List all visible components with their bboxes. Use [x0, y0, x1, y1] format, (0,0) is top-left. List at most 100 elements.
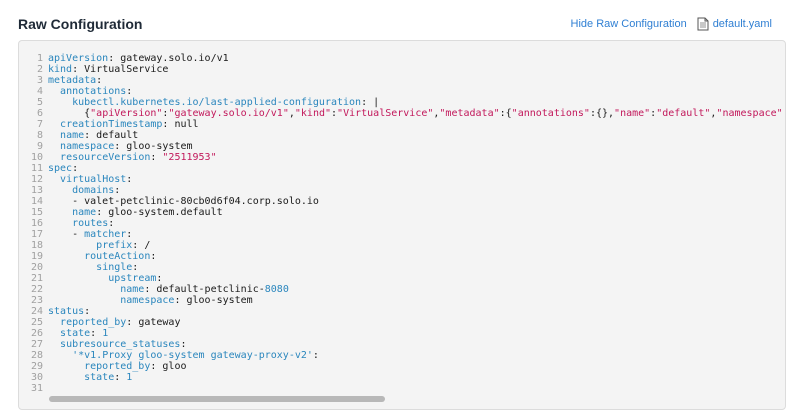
line-text: routes:: [48, 218, 114, 229]
yaml-key: 8080: [264, 284, 289, 295]
code-line: 23 namespace: gloo-system: [19, 295, 785, 306]
line-number: 16: [30, 218, 43, 229]
yaml-text: [48, 295, 120, 306]
yaml-text: [48, 174, 60, 185]
line-number: 22: [30, 284, 43, 295]
yaml-key: routes: [72, 218, 109, 229]
yaml-text: :: [90, 328, 103, 339]
line-number: 3: [36, 75, 43, 86]
yaml-text: [48, 240, 96, 251]
yaml-text: [48, 97, 72, 108]
yaml-text: : gateway.solo.io/v1: [108, 53, 229, 64]
yaml-text: :{},: [589, 108, 615, 119]
yaml-text: :: [72, 163, 79, 174]
yaml-key: name: [60, 130, 85, 141]
line-text: name: default-petclinic-8080: [48, 284, 289, 295]
yaml-text: :: [108, 218, 115, 229]
line-text: name: gloo-system.default: [48, 207, 223, 218]
yaml-text: [48, 350, 72, 361]
yaml-key: 1: [102, 328, 109, 339]
line-number: 24: [30, 306, 43, 317]
yaml-text: : gloo: [150, 361, 187, 372]
hide-raw-config-link[interactable]: Hide Raw Configuration: [571, 18, 687, 30]
yaml-text: : gateway: [126, 317, 181, 328]
line-number: 7: [36, 119, 43, 130]
line-number: 28: [30, 350, 43, 361]
yaml-string: "VirtualService": [337, 108, 434, 119]
yaml-text: :: [150, 251, 157, 262]
line-text: namespace: gloo-system: [48, 295, 252, 306]
yaml-text: [48, 317, 60, 328]
yaml-text: [48, 185, 72, 196]
scrollbar-thumb[interactable]: [49, 396, 385, 402]
yaml-key: upstream: [108, 273, 157, 284]
yaml-text: [48, 251, 84, 262]
code-line: 3 metadata:: [19, 75, 785, 86]
yaml-text: [48, 372, 84, 383]
line-text: resourceVersion: "2511953": [48, 152, 217, 163]
yaml-text: [48, 86, 60, 97]
yaml-text: :: [312, 350, 319, 361]
code-line: 29 reported_by: gloo: [19, 361, 785, 372]
yaml-key: annotations: [60, 86, 127, 97]
yaml-key: prefix: [96, 240, 133, 251]
line-text: routeAction:: [48, 251, 156, 262]
code-line: 14 - valet-petclinic-80cb0d6f04.corp.sol…: [19, 196, 785, 207]
line-text: domains:: [48, 185, 120, 196]
horizontal-scrollbar[interactable]: [49, 396, 779, 402]
yaml-text: [48, 130, 60, 141]
yaml-text: [48, 361, 84, 372]
line-text: kubectl.kubernetes.io/last-applied-confi…: [48, 97, 379, 108]
line-text: '*v1.Proxy gloo-system gateway-proxy-v2'…: [48, 350, 319, 361]
line-number: 8: [36, 130, 43, 141]
line-number: 4: [36, 86, 43, 97]
yaml-text: : gloo-system.default: [96, 207, 223, 218]
code-line: 9 namespace: gloo-system: [19, 141, 785, 152]
line-text: namespace: gloo-system: [48, 141, 192, 152]
code-line: 10 resourceVersion: "2511953": [19, 152, 785, 163]
yaml-string: "2511953": [162, 152, 217, 163]
yaml-string: "apiVersion": [90, 108, 163, 119]
line-text: kind: VirtualService: [48, 64, 168, 75]
yaml-string: "metadata": [439, 108, 500, 119]
line-text: metadata:: [48, 75, 102, 86]
yaml-key: name: [72, 207, 97, 218]
yaml-text: [48, 152, 60, 163]
yaml-string: "annotations": [511, 108, 590, 119]
code-line: 15 name: gloo-system.default: [19, 207, 785, 218]
code-line: 27 subresource_statuses:: [19, 339, 785, 350]
line-text: state: 1: [48, 328, 108, 339]
code-line: 12 virtualHost:: [19, 174, 785, 185]
line-number: 19: [30, 251, 43, 262]
yaml-key: status: [48, 306, 85, 317]
line-number: 31: [30, 383, 43, 394]
yaml-key: subresource_statuses: [60, 339, 181, 350]
line-number: 10: [30, 152, 43, 163]
yaml-text: :: [132, 262, 139, 273]
yaml-key: apiVersion: [48, 53, 109, 64]
code-line: 6 {"apiVersion":"gateway.solo.io/v1","ki…: [19, 108, 785, 119]
download-yaml-link[interactable]: default.yaml: [693, 17, 772, 31]
line-text: reported_by: gateway: [48, 317, 180, 328]
yaml-text: [48, 207, 72, 218]
yaml-text: [48, 284, 120, 295]
header-actions: Hide Raw Configuration default.yaml: [571, 17, 772, 31]
code-line: 25 reported_by: gateway: [19, 317, 785, 328]
yaml-key: '*v1.Proxy gloo-system gateway-proxy-v2': [72, 350, 313, 361]
yaml-text: [48, 218, 72, 229]
line-text: - valet-petclinic-80cb0d6f04.corp.solo.i…: [48, 196, 319, 207]
code-line: 26 state: 1: [19, 328, 785, 339]
line-number: 17: [30, 229, 43, 240]
yaml-key: routeAction: [84, 251, 151, 262]
yaml-text: : default: [84, 130, 139, 141]
code-viewer[interactable]: 1 apiVersion: gateway.solo.io/v1 2 kind: Vi…: [18, 40, 786, 410]
yaml-text: [48, 339, 60, 350]
yaml-text: :: [156, 273, 163, 284]
code-line: 18 prefix: /: [19, 240, 785, 251]
code-line: 2 kind: VirtualService: [19, 64, 785, 75]
yaml-text: :: [150, 152, 163, 163]
code-line: 8 name: default: [19, 130, 785, 141]
yaml-key: state: [84, 372, 115, 383]
yaml-text: : /: [132, 240, 151, 251]
line-number: 21: [30, 273, 43, 284]
